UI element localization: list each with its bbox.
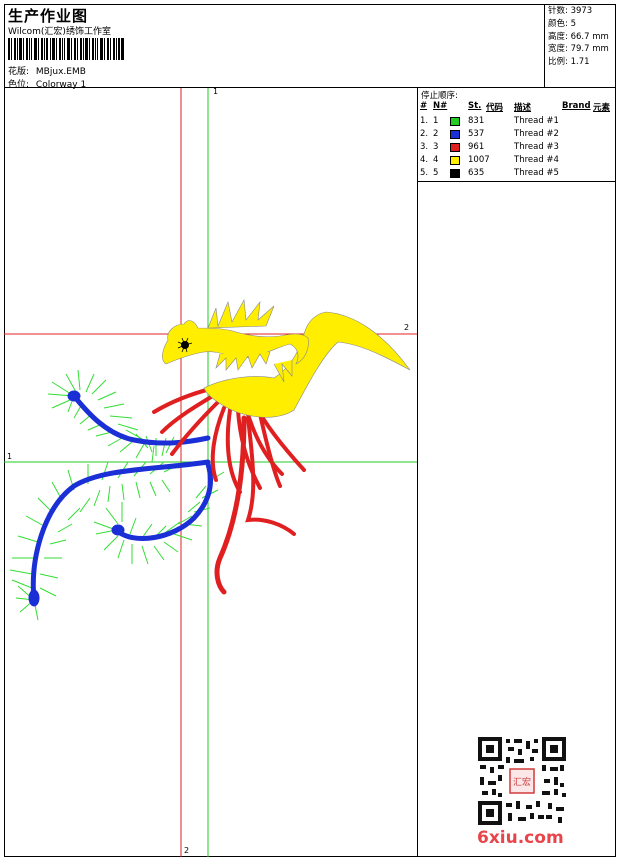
col-header-brand: Brand	[562, 101, 591, 111]
color-swatch	[450, 169, 460, 178]
barcode	[8, 38, 124, 60]
file-name-row: 花版: MBjux.EMB	[8, 64, 86, 77]
color-swatch	[450, 156, 460, 165]
file-name: MBjux.EMB	[35, 67, 86, 77]
file-label: 花版:	[8, 67, 30, 77]
watermark-logo: 6xiu.com	[477, 828, 564, 848]
table-row: 3. 3 961 Thread #3	[420, 142, 559, 152]
color-swatch	[450, 117, 460, 126]
axis-label-top: 1	[213, 87, 219, 96]
table-row: 1. 1 831 Thread #1	[420, 116, 559, 126]
table-row: 4. 4 1007 Thread #4	[420, 155, 559, 165]
stop-sequence-title: 停止顺序:	[421, 91, 458, 101]
design-stats: 针数: 3973 颜色: 5 高度: 66.7 mm 宽度: 79.7 mm 比…	[544, 4, 616, 88]
header: 生产作业图 Wilcom(汇宏)绣饰工作室 花版: MBjux.EMB 色位: …	[4, 4, 616, 90]
red-tail-feathers	[152, 386, 306, 595]
phoenix-embroidery	[4, 88, 417, 857]
col-header-st: St.	[468, 101, 482, 111]
col-header-element: 元素	[593, 103, 611, 113]
stat-colors: 颜色: 5	[548, 18, 576, 29]
page-title: 生产作业图	[8, 7, 89, 25]
color-swatch	[450, 130, 460, 139]
color-swatch	[450, 143, 460, 152]
qr-badge: 汇宏	[513, 776, 531, 788]
stat-height: 高度: 66.7 mm	[548, 31, 609, 42]
stat-width: 宽度: 79.7 mm	[548, 44, 609, 55]
company-name: Wilcom(汇宏)绣饰工作室	[8, 27, 111, 37]
col-header-code: 代码	[486, 103, 504, 113]
blue-feather-spines	[28, 390, 213, 607]
table-row: 2. 2 537 Thread #2	[420, 129, 559, 139]
stat-scale: 比例: 1.71	[548, 57, 590, 68]
col-header-num: #	[420, 101, 428, 111]
col-header-n: N#	[433, 101, 448, 111]
table-row: 5. 5 635 Thread #5	[420, 168, 559, 178]
stop-sequence-table: 停止顺序: # N# St. 代码 描述 Brand 元素 1. 1 831 Thr…	[418, 88, 616, 182]
stat-stitches: 针数: 3973	[548, 6, 593, 16]
yellow-body	[162, 299, 411, 418]
axis-label-bottom: 2	[184, 846, 190, 855]
design-canvas[interactable]: 1 2 1 2	[4, 87, 417, 857]
qr-code: 汇宏	[478, 737, 566, 825]
axis-label-left: 1	[7, 452, 13, 461]
col-header-desc: 描述	[514, 103, 532, 113]
axis-label-right: 2	[404, 323, 410, 332]
